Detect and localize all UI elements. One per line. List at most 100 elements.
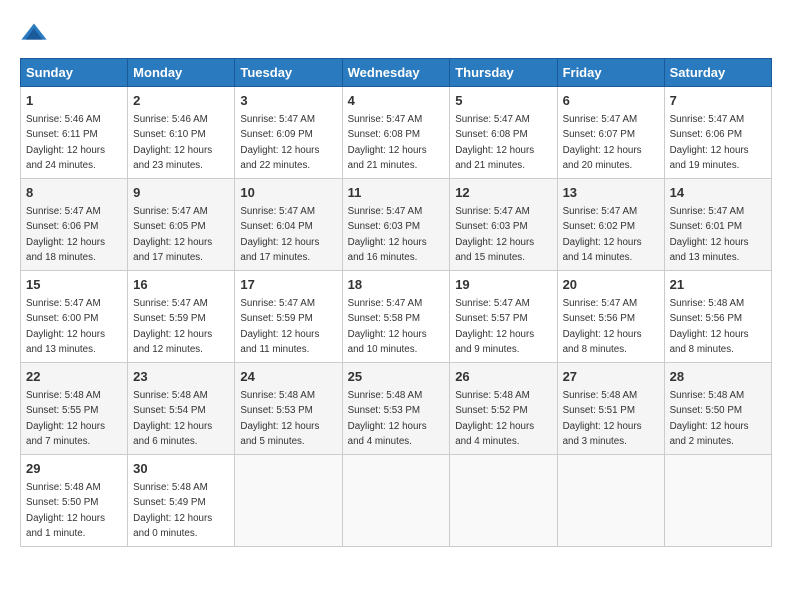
day-number: 5: [455, 92, 551, 110]
calendar-cell: 8 Sunrise: 5:47 AMSunset: 6:06 PMDayligh…: [21, 179, 128, 271]
calendar-cell: 27 Sunrise: 5:48 AMSunset: 5:51 PMDaylig…: [557, 363, 664, 455]
calendar-cell: 15 Sunrise: 5:47 AMSunset: 6:00 PMDaylig…: [21, 271, 128, 363]
day-info: Sunrise: 5:48 AMSunset: 5:50 PMDaylight:…: [26, 482, 105, 539]
day-info: Sunrise: 5:48 AMSunset: 5:50 PMDaylight:…: [670, 390, 749, 447]
day-number: 15: [26, 276, 122, 294]
day-info: Sunrise: 5:47 AMSunset: 6:04 PMDaylight:…: [240, 206, 319, 263]
day-info: Sunrise: 5:48 AMSunset: 5:49 PMDaylight:…: [133, 482, 212, 539]
calendar-cell: 22 Sunrise: 5:48 AMSunset: 5:55 PMDaylig…: [21, 363, 128, 455]
day-number: 9: [133, 184, 229, 202]
day-info: Sunrise: 5:47 AMSunset: 6:06 PMDaylight:…: [26, 206, 105, 263]
day-number: 20: [563, 276, 659, 294]
calendar-cell: 5 Sunrise: 5:47 AMSunset: 6:08 PMDayligh…: [450, 87, 557, 179]
calendar-cell: 25 Sunrise: 5:48 AMSunset: 5:53 PMDaylig…: [342, 363, 450, 455]
day-info: Sunrise: 5:47 AMSunset: 6:02 PMDaylight:…: [563, 206, 642, 263]
calendar-cell: 21 Sunrise: 5:48 AMSunset: 5:56 PMDaylig…: [664, 271, 771, 363]
day-info: Sunrise: 5:47 AMSunset: 6:09 PMDaylight:…: [240, 114, 319, 171]
day-info: Sunrise: 5:47 AMSunset: 5:57 PMDaylight:…: [455, 298, 534, 355]
day-number: 14: [670, 184, 766, 202]
day-info: Sunrise: 5:47 AMSunset: 6:08 PMDaylight:…: [348, 114, 427, 171]
header-row: SundayMondayTuesdayWednesdayThursdayFrid…: [21, 59, 772, 87]
header-cell-wednesday: Wednesday: [342, 59, 450, 87]
calendar-cell: [450, 455, 557, 547]
week-row-5: 29 Sunrise: 5:48 AMSunset: 5:50 PMDaylig…: [21, 455, 772, 547]
day-info: Sunrise: 5:48 AMSunset: 5:55 PMDaylight:…: [26, 390, 105, 447]
calendar-cell: 13 Sunrise: 5:47 AMSunset: 6:02 PMDaylig…: [557, 179, 664, 271]
day-number: 21: [670, 276, 766, 294]
day-info: Sunrise: 5:47 AMSunset: 5:56 PMDaylight:…: [563, 298, 642, 355]
calendar-header: SundayMondayTuesdayWednesdayThursdayFrid…: [21, 59, 772, 87]
day-number: 17: [240, 276, 336, 294]
day-number: 18: [348, 276, 445, 294]
day-number: 27: [563, 368, 659, 386]
day-number: 30: [133, 460, 229, 478]
header-cell-sunday: Sunday: [21, 59, 128, 87]
day-number: 19: [455, 276, 551, 294]
calendar-cell: 4 Sunrise: 5:47 AMSunset: 6:08 PMDayligh…: [342, 87, 450, 179]
day-number: 10: [240, 184, 336, 202]
week-row-4: 22 Sunrise: 5:48 AMSunset: 5:55 PMDaylig…: [21, 363, 772, 455]
calendar-cell: 23 Sunrise: 5:48 AMSunset: 5:54 PMDaylig…: [128, 363, 235, 455]
day-info: Sunrise: 5:47 AMSunset: 6:03 PMDaylight:…: [348, 206, 427, 263]
header-cell-monday: Monday: [128, 59, 235, 87]
day-number: 23: [133, 368, 229, 386]
day-info: Sunrise: 5:48 AMSunset: 5:51 PMDaylight:…: [563, 390, 642, 447]
day-info: Sunrise: 5:48 AMSunset: 5:53 PMDaylight:…: [240, 390, 319, 447]
day-info: Sunrise: 5:47 AMSunset: 6:01 PMDaylight:…: [670, 206, 749, 263]
calendar-cell: 2 Sunrise: 5:46 AMSunset: 6:10 PMDayligh…: [128, 87, 235, 179]
day-number: 28: [670, 368, 766, 386]
page-header: [20, 20, 772, 48]
day-number: 24: [240, 368, 336, 386]
calendar-cell: 7 Sunrise: 5:47 AMSunset: 6:06 PMDayligh…: [664, 87, 771, 179]
day-info: Sunrise: 5:46 AMSunset: 6:11 PMDaylight:…: [26, 114, 105, 171]
calendar-cell: 17 Sunrise: 5:47 AMSunset: 5:59 PMDaylig…: [235, 271, 342, 363]
calendar-cell: [557, 455, 664, 547]
calendar-cell: 11 Sunrise: 5:47 AMSunset: 6:03 PMDaylig…: [342, 179, 450, 271]
day-number: 3: [240, 92, 336, 110]
calendar-table: SundayMondayTuesdayWednesdayThursdayFrid…: [20, 58, 772, 547]
logo: [20, 20, 52, 48]
calendar-cell: 3 Sunrise: 5:47 AMSunset: 6:09 PMDayligh…: [235, 87, 342, 179]
day-number: 29: [26, 460, 122, 478]
day-number: 11: [348, 184, 445, 202]
day-info: Sunrise: 5:47 AMSunset: 5:59 PMDaylight:…: [133, 298, 212, 355]
logo-icon: [20, 20, 48, 48]
calendar-cell: 18 Sunrise: 5:47 AMSunset: 5:58 PMDaylig…: [342, 271, 450, 363]
week-row-3: 15 Sunrise: 5:47 AMSunset: 6:00 PMDaylig…: [21, 271, 772, 363]
calendar-cell: 16 Sunrise: 5:47 AMSunset: 5:59 PMDaylig…: [128, 271, 235, 363]
day-info: Sunrise: 5:47 AMSunset: 5:58 PMDaylight:…: [348, 298, 427, 355]
header-cell-saturday: Saturday: [664, 59, 771, 87]
header-cell-friday: Friday: [557, 59, 664, 87]
week-row-1: 1 Sunrise: 5:46 AMSunset: 6:11 PMDayligh…: [21, 87, 772, 179]
day-info: Sunrise: 5:48 AMSunset: 5:56 PMDaylight:…: [670, 298, 749, 355]
day-info: Sunrise: 5:47 AMSunset: 6:07 PMDaylight:…: [563, 114, 642, 171]
calendar-cell: [342, 455, 450, 547]
calendar-cell: 26 Sunrise: 5:48 AMSunset: 5:52 PMDaylig…: [450, 363, 557, 455]
calendar-cell: 29 Sunrise: 5:48 AMSunset: 5:50 PMDaylig…: [21, 455, 128, 547]
day-number: 22: [26, 368, 122, 386]
calendar-cell: 14 Sunrise: 5:47 AMSunset: 6:01 PMDaylig…: [664, 179, 771, 271]
day-info: Sunrise: 5:47 AMSunset: 6:00 PMDaylight:…: [26, 298, 105, 355]
day-info: Sunrise: 5:47 AMSunset: 6:08 PMDaylight:…: [455, 114, 534, 171]
calendar-cell: 30 Sunrise: 5:48 AMSunset: 5:49 PMDaylig…: [128, 455, 235, 547]
calendar-cell: 24 Sunrise: 5:48 AMSunset: 5:53 PMDaylig…: [235, 363, 342, 455]
day-info: Sunrise: 5:47 AMSunset: 6:03 PMDaylight:…: [455, 206, 534, 263]
day-info: Sunrise: 5:47 AMSunset: 6:06 PMDaylight:…: [670, 114, 749, 171]
week-row-2: 8 Sunrise: 5:47 AMSunset: 6:06 PMDayligh…: [21, 179, 772, 271]
day-number: 1: [26, 92, 122, 110]
day-info: Sunrise: 5:48 AMSunset: 5:52 PMDaylight:…: [455, 390, 534, 447]
calendar-cell: 28 Sunrise: 5:48 AMSunset: 5:50 PMDaylig…: [664, 363, 771, 455]
day-number: 7: [670, 92, 766, 110]
day-number: 26: [455, 368, 551, 386]
calendar-cell: 19 Sunrise: 5:47 AMSunset: 5:57 PMDaylig…: [450, 271, 557, 363]
day-number: 16: [133, 276, 229, 294]
day-number: 2: [133, 92, 229, 110]
day-info: Sunrise: 5:46 AMSunset: 6:10 PMDaylight:…: [133, 114, 212, 171]
calendar-cell: 20 Sunrise: 5:47 AMSunset: 5:56 PMDaylig…: [557, 271, 664, 363]
header-cell-thursday: Thursday: [450, 59, 557, 87]
calendar-cell: 12 Sunrise: 5:47 AMSunset: 6:03 PMDaylig…: [450, 179, 557, 271]
day-number: 13: [563, 184, 659, 202]
calendar-cell: 9 Sunrise: 5:47 AMSunset: 6:05 PMDayligh…: [128, 179, 235, 271]
day-info: Sunrise: 5:48 AMSunset: 5:53 PMDaylight:…: [348, 390, 427, 447]
calendar-cell: 10 Sunrise: 5:47 AMSunset: 6:04 PMDaylig…: [235, 179, 342, 271]
